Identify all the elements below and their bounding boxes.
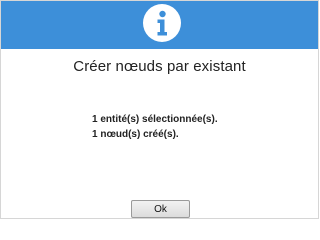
dialog-header [1, 1, 318, 49]
dialog-title: Créer nœuds par existant [73, 58, 246, 75]
message-selected-entities: 1 entité(s) sélectionnée(s). [92, 114, 218, 125]
info-icon [143, 4, 181, 42]
message-dialog: Créer nœuds par existant 1 entité(s) sél… [0, 0, 319, 219]
message-created-nodes: 1 nœud(s) créé(s). [92, 129, 179, 140]
ok-button[interactable]: Ok [131, 200, 190, 218]
